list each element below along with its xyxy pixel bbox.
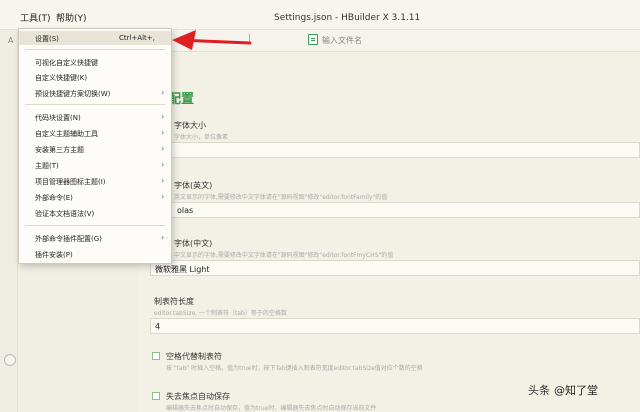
chevron-right-icon: › <box>161 88 165 97</box>
menu-tools[interactable]: 工具(T) <box>20 11 51 24</box>
menu-item-external-plugin-config[interactable]: 外部命令插件配置(G) › <box>19 231 171 245</box>
menu-item-custom-keybindings[interactable]: 自定义快捷键(K) <box>19 70 171 84</box>
watermark-prefix: 头条 <box>528 384 550 397</box>
setting-font-size-label: 字体大小 <box>174 121 206 130</box>
setting-font-en-field[interactable]: olas <box>150 202 640 218</box>
menu-item-plugin-install[interactable]: 插件安装(P) <box>19 247 171 261</box>
menu-item-settings[interactable]: 设置(S) Ctrl+Alt+, <box>19 31 171 45</box>
circle-icon[interactable] <box>4 354 16 366</box>
chevron-right-icon: › <box>161 233 165 242</box>
left-activity-strip: A <box>0 30 18 412</box>
file-search-input[interactable] <box>322 33 522 47</box>
menu-item-label: 安装第三方主题 <box>35 146 84 154</box>
insert-spaces-label: 空格代替制表符 <box>166 352 222 361</box>
menu-separator <box>25 49 165 50</box>
autosave-label: 失去焦点自动保存 <box>166 392 230 401</box>
menu-item-label: 预设快捷键方案切换(W) <box>35 90 111 98</box>
tab-cursor: | <box>248 34 252 44</box>
setting-font-cn-label: 字体(中文) <box>174 239 213 248</box>
menu-item-theme[interactable]: 主题(T) › <box>19 158 171 172</box>
file-search-icon[interactable] <box>308 34 318 45</box>
insert-spaces-desc: 按 "tab" 时插入空格。值为true时，按下Tab键插入制表符宽度edito… <box>166 365 423 372</box>
menu-bar: 工具(T) 帮助(Y) Settings.json - HBuilder X 3… <box>0 0 640 30</box>
setting-font-cn-field[interactable]: 微软雅黑 Light <box>150 260 640 276</box>
chevron-right-icon: › <box>161 176 165 185</box>
setting-tab-size-label: 制表符长度 <box>154 297 194 306</box>
menu-item-label: 可视化自定义快捷键 <box>35 59 98 67</box>
menu-item-label: 设置(S) <box>35 35 59 43</box>
chevron-right-icon: › <box>161 192 165 201</box>
menu-item-label: 插件安装(P) <box>35 251 73 259</box>
watermark: 头条 @知了堂 <box>528 382 598 398</box>
window-title: Settings.json - HBuilder X 3.1.11 <box>274 13 421 23</box>
menu-item-label: 验证本文档语法(V) <box>35 210 95 218</box>
autosave-desc: 编辑器失去焦点时自动保存，值为true时，编辑器失去焦点时自动保存当前文件 <box>166 405 377 412</box>
chevron-right-icon: › <box>161 160 165 169</box>
menu-item-label: 自定义快捷键(K) <box>35 74 88 82</box>
menu-item-label: 外部命令(E) <box>35 194 73 202</box>
setting-font-en-label: 字体(英文) <box>174 181 213 190</box>
setting-font-size-field[interactable] <box>150 142 640 158</box>
chevron-right-icon: › <box>161 144 165 153</box>
chevron-right-icon: › <box>161 112 165 121</box>
menu-item-snippets[interactable]: 代码块设置(N) › <box>19 110 171 124</box>
menu-item-icon-theme[interactable]: 项目管理器图标主题(I) › <box>19 174 171 188</box>
menu-separator <box>25 225 165 226</box>
menu-item-keymap-switch[interactable]: 预设快捷键方案切换(W) › <box>19 86 171 100</box>
left-strip-glyph-a: A <box>8 36 14 45</box>
setting-font-cn-desc: 中文显示的字体,需要修改中文字体请在"源码视图"修改"editor.fontFm… <box>174 252 394 259</box>
menu-item-label: 外部命令插件配置(G) <box>35 235 102 243</box>
menu-help[interactable]: 帮助(Y) <box>56 11 87 24</box>
menu-item-visual-keybindings[interactable]: 可视化自定义快捷键 <box>19 55 171 69</box>
menu-item-validate-syntax[interactable]: 验证本文档语法(V) <box>19 206 171 220</box>
menu-item-label: 代码块设置(N) <box>35 114 81 122</box>
menu-item-external-command[interactable]: 外部命令(E) › <box>19 190 171 204</box>
menu-separator <box>25 104 165 105</box>
autosave-checkbox[interactable] <box>152 392 160 400</box>
tools-dropdown-menu: 设置(S) Ctrl+Alt+, 可视化自定义快捷键 自定义快捷键(K) 预设快… <box>18 28 172 264</box>
insert-spaces-checkbox[interactable] <box>152 352 160 360</box>
menu-item-theme-tool[interactable]: 自定义主题辅助工具 › <box>19 126 171 140</box>
setting-font-en-desc: 英文显示的字体,需要修改中文字体请在"源码视图"修改"editor.fontFa… <box>174 194 388 201</box>
setting-tab-size-desc: editor.tabSize, 一个制表符（tab）等于的空格数 <box>154 310 287 317</box>
setting-tab-size-field[interactable]: 4 <box>150 318 640 334</box>
menu-item-shortcut: Ctrl+Alt+, <box>119 34 155 42</box>
menu-item-label: 自定义主题辅助工具 <box>35 130 98 138</box>
menu-item-install-theme[interactable]: 安装第三方主题 › <box>19 142 171 156</box>
menu-item-label: 项目管理器图标主题(I) <box>35 178 106 186</box>
settings-panel: 配置 字体大小 字体大小，单位像素 字体(英文) 英文显示的字体,需要修改中文字… <box>138 52 640 412</box>
chevron-right-icon: › <box>161 128 165 137</box>
setting-font-size-desc: 字体大小，单位像素 <box>174 134 229 141</box>
watermark-handle: @知了堂 <box>554 384 598 397</box>
menu-item-label: 主题(T) <box>35 162 59 170</box>
